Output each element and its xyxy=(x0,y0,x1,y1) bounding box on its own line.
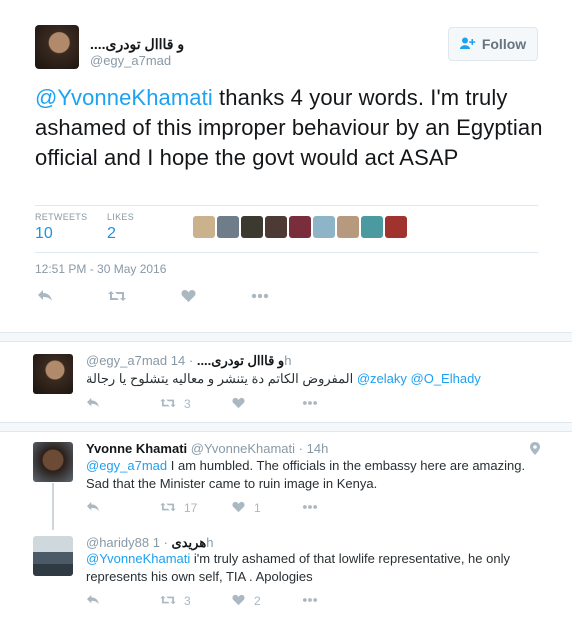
reply-header: @haridy88 هريدى · 1h xyxy=(86,535,214,550)
liker-avatar[interactable] xyxy=(193,216,215,238)
reply-name[interactable]: Yvonne Khamati xyxy=(86,441,187,456)
author-handle[interactable]: @egy_a7mad xyxy=(90,53,171,68)
add-user-icon xyxy=(459,37,476,52)
liker-avatar[interactable] xyxy=(361,216,383,238)
avatar[interactable] xyxy=(33,442,73,482)
likes-label: LIKES xyxy=(107,212,135,222)
like-count: 1 xyxy=(254,501,261,515)
retweet-count: 3 xyxy=(184,594,191,608)
retweets-count: 10 xyxy=(35,225,53,242)
more-icon[interactable] xyxy=(302,397,318,412)
retweet-icon[interactable] xyxy=(108,289,126,305)
more-icon[interactable] xyxy=(302,594,318,609)
tweet-text: @YvonneKhamati thanks 4 your words. I'm … xyxy=(35,83,550,173)
like-count: 2 xyxy=(254,594,261,608)
avatar[interactable] xyxy=(33,354,73,394)
liker-avatar[interactable] xyxy=(241,216,263,238)
liker-avatar[interactable] xyxy=(313,216,335,238)
divider xyxy=(0,422,572,432)
retweets-label: RETWEETS xyxy=(35,212,88,222)
tweet-timestamp[interactable]: 12:51 PM - 30 May 2016 xyxy=(35,262,166,276)
retweets-stat[interactable]: RETWEETS 10 xyxy=(35,212,87,243)
location-icon xyxy=(530,442,540,458)
liker-avatars xyxy=(193,216,407,238)
heart-icon[interactable] xyxy=(232,501,245,516)
more-icon[interactable] xyxy=(251,289,269,305)
likes-count: 2 xyxy=(107,225,116,242)
mention-link[interactable]: @YvonneKhamati xyxy=(86,551,190,566)
reply-actions: 3 xyxy=(86,397,386,411)
tweet-stats: RETWEETS 10 LIKES 2 xyxy=(35,205,538,253)
reply-icon[interactable] xyxy=(86,501,100,516)
reply-handle[interactable]: @egy_a7mad xyxy=(86,353,167,368)
avatar[interactable] xyxy=(33,536,73,576)
liker-avatar[interactable] xyxy=(337,216,359,238)
author-name[interactable]: و قااال تودرى.... xyxy=(90,36,184,53)
reply-header: Yvonne Khamati @YvonneKhamati · 14h xyxy=(86,441,329,456)
liker-avatar[interactable] xyxy=(217,216,239,238)
reply-name[interactable]: و قااال تودرى.... xyxy=(197,353,284,368)
heart-icon[interactable] xyxy=(232,397,245,412)
heart-icon[interactable] xyxy=(181,289,196,305)
retweet-icon[interactable] xyxy=(160,594,176,609)
reply-time[interactable]: 14h xyxy=(307,441,329,456)
likes-stat[interactable]: LIKES 2 xyxy=(107,212,134,243)
liker-avatar[interactable] xyxy=(265,216,287,238)
reply-header: @egy_a7mad و قااال تودرى.... · 14h xyxy=(86,353,292,368)
reply-handle[interactable]: @haridy88 xyxy=(86,535,149,550)
mention-link[interactable]: @egy_a7mad xyxy=(86,458,167,473)
follow-button[interactable]: Follow xyxy=(448,27,538,61)
retweet-icon[interactable] xyxy=(160,501,176,516)
tweet-actions xyxy=(35,289,295,305)
mention-link[interactable]: @YvonneKhamati xyxy=(35,85,213,110)
follow-label: Follow xyxy=(481,36,527,52)
reply-body: المفروض الكاتم دة يتنشر و معاليه يتشلوح … xyxy=(86,371,354,386)
reply-actions: 3 2 xyxy=(86,594,386,608)
reply-icon[interactable] xyxy=(37,289,53,305)
thread-line xyxy=(52,483,54,530)
reply-text: @YvonneKhamati i'm truly ashamed of that… xyxy=(86,550,548,586)
main-tweet: و قااال تودرى.... @egy_a7mad Follow @Yvo… xyxy=(0,0,572,332)
reply-text: @egy_a7mad I am humbled. The officials i… xyxy=(86,457,548,493)
retweet-count: 3 xyxy=(184,397,191,411)
reply-icon[interactable] xyxy=(86,594,100,609)
retweet-icon[interactable] xyxy=(160,397,176,412)
conversation-thread: Yvonne Khamati @YvonneKhamati · 14h @egy… xyxy=(0,432,572,620)
liker-avatar[interactable] xyxy=(289,216,311,238)
reply-tweet[interactable]: @egy_a7mad و قااال تودرى.... · 14h المفر… xyxy=(0,342,572,422)
reply-handle[interactable]: @YvonneKhamati xyxy=(191,441,295,456)
divider xyxy=(0,332,572,342)
retweet-count: 17 xyxy=(184,501,198,515)
mention-link[interactable]: @O_Elhady xyxy=(411,371,481,386)
more-icon[interactable] xyxy=(302,501,318,516)
reply-text: المفروض الكاتم دة يتنشر و معاليه يتشلوح … xyxy=(86,370,548,388)
reply-icon[interactable] xyxy=(86,397,100,412)
liker-avatar[interactable] xyxy=(385,216,407,238)
mention-link[interactable]: @zelaky xyxy=(357,371,407,386)
reply-actions: 17 1 xyxy=(86,501,386,515)
reply-name[interactable]: هريدى xyxy=(172,535,207,550)
avatar[interactable] xyxy=(35,25,79,69)
heart-icon[interactable] xyxy=(232,594,245,609)
